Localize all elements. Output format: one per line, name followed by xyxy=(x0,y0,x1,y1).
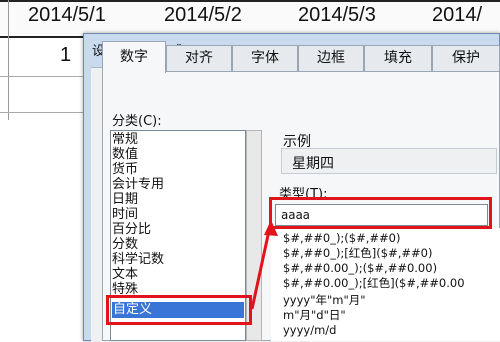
tab-number[interactable]: 数字 xyxy=(102,41,166,73)
arrow-annotation-icon xyxy=(250,220,278,310)
